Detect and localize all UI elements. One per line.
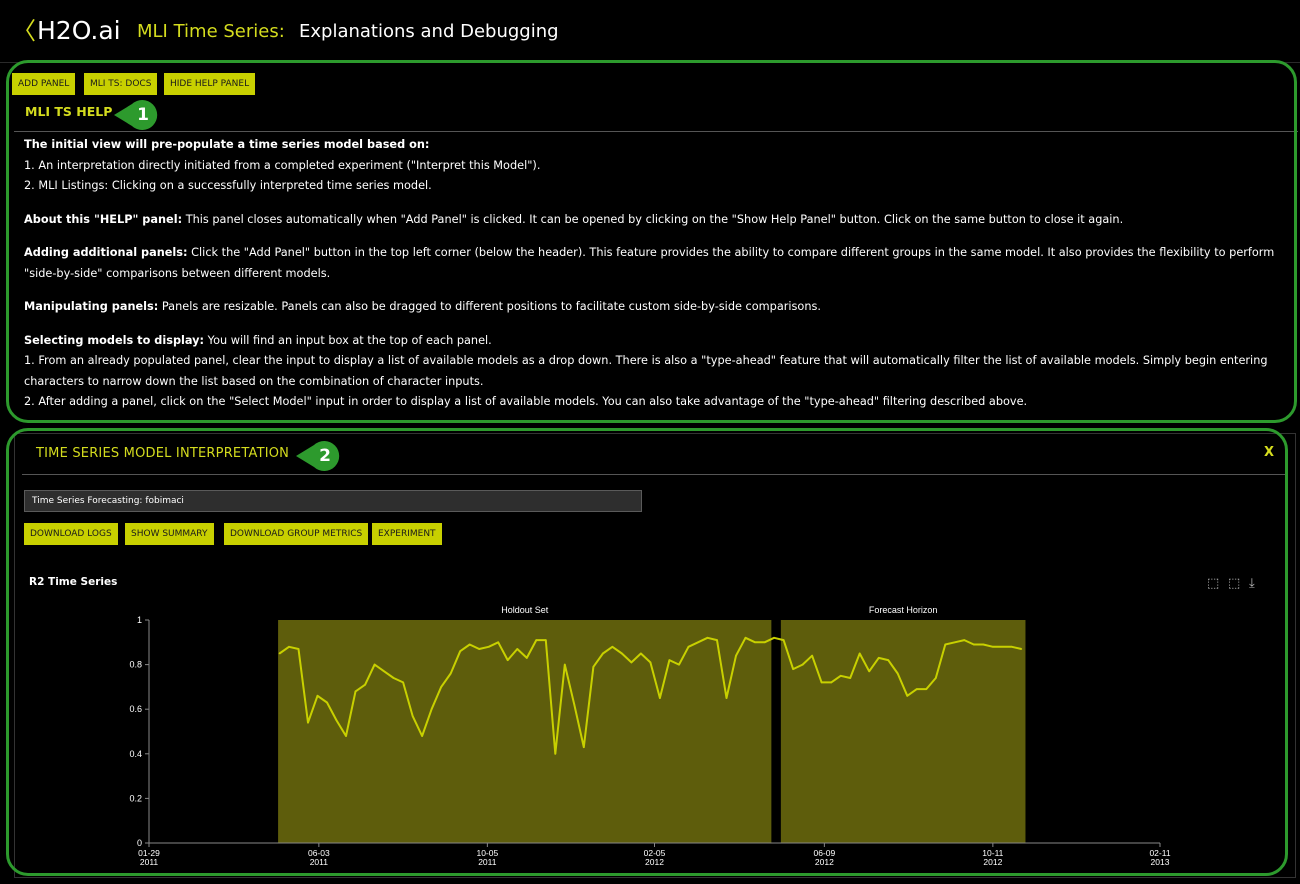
- y-tick-label: 0: [137, 838, 142, 848]
- r2-data-point: [297, 648, 300, 650]
- r2-data-point: [716, 639, 718, 641]
- r2-data-point: [278, 652, 281, 655]
- r2-data-point: [516, 648, 519, 650]
- r2-data-point: [877, 657, 880, 659]
- r2-data-point: [963, 639, 966, 641]
- r2-data-point: [487, 645, 490, 648]
- r2-data-point: [506, 659, 509, 661]
- r2-data-point: [839, 674, 842, 677]
- r2-data-point: [649, 661, 652, 664]
- r2-data-point: [773, 637, 775, 639]
- r2-data-point: [326, 701, 328, 704]
- r2-data-point: [659, 697, 661, 699]
- r2-data-point: [706, 637, 709, 639]
- r2-data-point: [354, 690, 357, 693]
- r2-data-point: [478, 648, 481, 650]
- r2-data-point: [421, 735, 423, 737]
- r2-data-point: [754, 641, 756, 644]
- r2-data-point: [687, 645, 690, 648]
- r2-data-point: [1020, 648, 1023, 650]
- r2-data-point: [820, 681, 823, 684]
- r2-data-point: [573, 703, 576, 706]
- r2-data-point: [868, 670, 871, 673]
- r2-data-point: [307, 721, 309, 724]
- y-tick-label: 0.6: [129, 704, 142, 714]
- chart-region: [278, 620, 772, 843]
- x-tick-label: 2012: [645, 857, 664, 867]
- r2-data-point: [887, 659, 890, 661]
- x-tick-label: 2013: [1151, 857, 1170, 867]
- r2-data-point: [468, 643, 471, 646]
- x-tick-label: 2012: [983, 857, 1002, 867]
- r2-data-point: [954, 641, 956, 644]
- r2-data-point: [583, 746, 585, 748]
- r2-data-point: [449, 672, 452, 675]
- r2-data-point: [944, 643, 947, 646]
- x-tick-label: 2012: [815, 857, 834, 867]
- r2-data-point: [335, 719, 338, 722]
- chart-region-label: Holdout Set: [501, 605, 549, 615]
- r2-data-point: [934, 677, 937, 679]
- r2-data-point: [564, 663, 566, 666]
- y-tick-label: 0.2: [129, 793, 142, 803]
- y-tick-label: 0.4: [129, 749, 142, 759]
- r2-data-point: [906, 695, 909, 697]
- r2-data-point: [392, 677, 395, 679]
- r2-data-point: [592, 666, 595, 668]
- r2-data-point: [1011, 645, 1013, 648]
- x-tick-label: 2011: [310, 857, 329, 867]
- r2-data-point: [849, 677, 851, 679]
- r2-data-point: [554, 753, 557, 755]
- r2-data-point: [792, 668, 794, 670]
- r2-data-point: [402, 681, 404, 684]
- r2-data-point: [735, 654, 737, 657]
- r2-data-point: [345, 735, 347, 737]
- x-tick-label: 2011: [140, 857, 159, 867]
- r2-data-point: [763, 641, 766, 644]
- r2-data-point: [830, 681, 832, 684]
- r2-time-series-chart: Holdout Set Forecast Horizon 0 0.2 0.4 0.6 0.8…: [129, 605, 1170, 867]
- r2-data-point: [697, 641, 699, 644]
- r2-data-point: [896, 672, 899, 675]
- r2-data-point: [459, 650, 461, 653]
- r2-data-point: [744, 637, 747, 639]
- r2-data-point: [915, 688, 918, 690]
- r2-data-point: [497, 641, 500, 644]
- r2-data-point: [288, 645, 290, 648]
- r2-data-point: [811, 654, 813, 657]
- y-tick-label: 0.8: [129, 660, 142, 670]
- r2-data-point: [640, 652, 642, 655]
- r2-data-point: [678, 663, 680, 666]
- r2-data-point: [630, 661, 633, 664]
- r2-data-point: [801, 663, 804, 666]
- x-tick-label: 2011: [478, 857, 497, 867]
- r2-data-point: [992, 645, 994, 648]
- r2-data-point: [973, 643, 975, 646]
- r2-data-point: [383, 670, 385, 673]
- r2-data-point: [925, 688, 928, 690]
- y-tick-label: 1: [137, 615, 142, 625]
- r2-data-point: [535, 639, 538, 641]
- r2-data-point: [364, 683, 366, 686]
- r2-data-point: [602, 652, 604, 655]
- r2-data-point: [544, 639, 547, 641]
- r2-data-point: [411, 715, 414, 717]
- r2-data-point: [668, 659, 671, 661]
- r2-data-point: [982, 643, 985, 646]
- chart-region-label: Forecast Horizon: [869, 605, 938, 615]
- r2-data-point: [316, 695, 319, 697]
- r2-data-point: [611, 645, 614, 648]
- r2-data-point: [440, 686, 442, 688]
- r2-data-point: [782, 639, 785, 641]
- r2-data-point: [1001, 645, 1004, 648]
- chart-region: [780, 620, 1026, 843]
- r2-data-point: [621, 652, 623, 655]
- r2-data-point: [858, 652, 861, 655]
- r2-data-point: [373, 663, 376, 666]
- r2-data-point: [525, 657, 528, 659]
- r2-data-point: [430, 708, 433, 710]
- r2-data-point: [725, 697, 728, 699]
